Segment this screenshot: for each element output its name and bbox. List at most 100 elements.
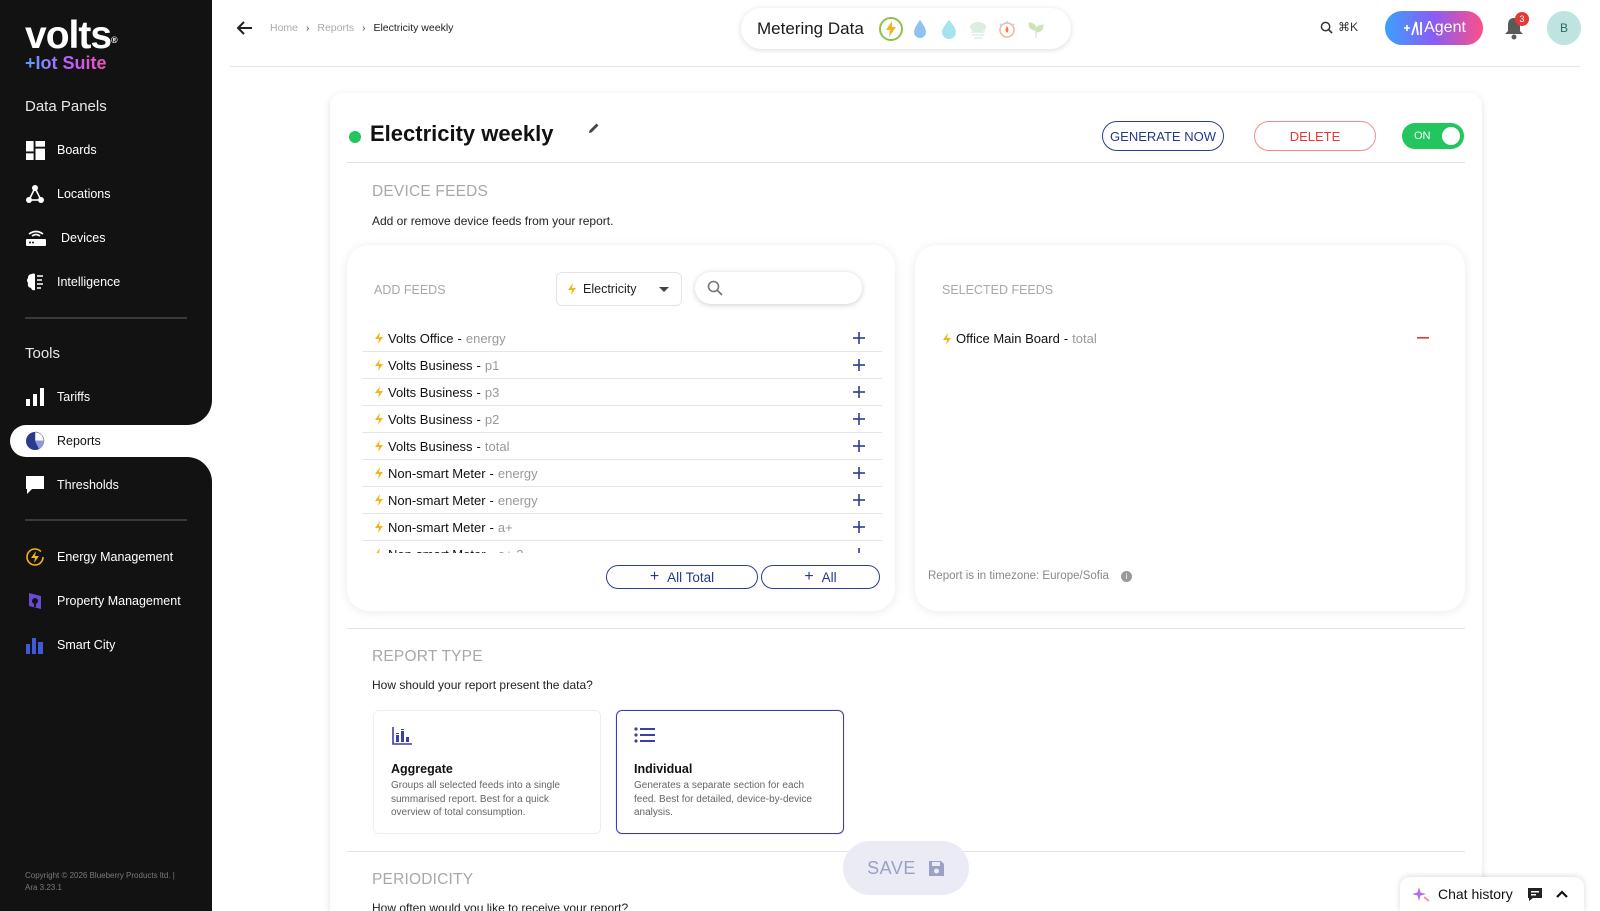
report-type-individual[interactable]: Individual Generates a separate section … bbox=[616, 710, 844, 834]
save-button[interactable]: SAVE bbox=[843, 841, 969, 895]
breadcrumb-reports[interactable]: Reports bbox=[317, 22, 354, 34]
remove-feed-icon[interactable] bbox=[1414, 329, 1432, 347]
add-feed-icon[interactable] bbox=[850, 545, 868, 553]
breadcrumb-home[interactable]: Home bbox=[270, 22, 298, 34]
electricity-icon[interactable] bbox=[878, 16, 904, 42]
report-type-subtitle: How should your report present the data? bbox=[372, 678, 593, 692]
comment-icon bbox=[25, 475, 45, 495]
device-feeds-title: DEVICE FEEDS bbox=[372, 183, 489, 200]
chevron-up-icon[interactable] bbox=[1555, 889, 1569, 899]
timezone-note: Report is in timezone: Europe/Sofia i bbox=[928, 570, 1132, 582]
feed-search-input[interactable] bbox=[731, 281, 851, 295]
sidebar-item-reports[interactable]: Reports bbox=[10, 426, 212, 456]
agent-button[interactable]: Agent bbox=[1385, 11, 1483, 45]
add-feed-icon[interactable] bbox=[850, 410, 868, 428]
sidebar-divider bbox=[25, 317, 187, 319]
sidebar-item-label: Smart City bbox=[57, 638, 116, 652]
global-search[interactable]: ⌘K bbox=[1320, 20, 1358, 34]
add-all-total-button[interactable]: + All Total bbox=[606, 565, 758, 589]
sidebar-item-tariffs[interactable]: Tariffs bbox=[10, 382, 212, 412]
floppy-disk-icon bbox=[928, 860, 945, 877]
sidebar-item-label: Locations bbox=[57, 187, 111, 201]
heat-icon[interactable] bbox=[994, 16, 1020, 42]
toggle-knob bbox=[1442, 127, 1460, 145]
sidebar-item-energy-management[interactable]: Energy Management bbox=[10, 542, 212, 572]
section-tools: Tools bbox=[25, 345, 61, 362]
sidebar-item-smart-city[interactable]: Smart City bbox=[10, 630, 212, 660]
feed-sub: p2 bbox=[484, 411, 500, 427]
hot-water-icon[interactable] bbox=[936, 16, 962, 42]
chat-bubble-icon[interactable] bbox=[1527, 887, 1543, 902]
feed-row: Volts Business - total bbox=[362, 433, 882, 460]
feed-type-select[interactable]: Electricity bbox=[556, 272, 682, 306]
sidebar-item-locations[interactable]: Locations bbox=[10, 179, 212, 209]
sidebar-divider bbox=[25, 519, 187, 521]
feed-name: Volts Business bbox=[388, 438, 473, 454]
info-icon[interactable]: i bbox=[1120, 570, 1132, 582]
feed-separator: - bbox=[489, 519, 494, 535]
bolt-icon bbox=[374, 332, 384, 344]
search-shortcut: ⌘K bbox=[1338, 20, 1359, 34]
feed-sub: energy bbox=[497, 492, 538, 508]
feed-name: Volts Office bbox=[388, 330, 454, 346]
sidebar-item-label: Tariffs bbox=[57, 390, 91, 404]
add-feed-icon[interactable] bbox=[850, 491, 868, 509]
chat-history-bar[interactable]: Chat history bbox=[1400, 877, 1584, 911]
add-all-button[interactable]: + All bbox=[761, 565, 880, 589]
add-feed-icon[interactable] bbox=[850, 518, 868, 536]
selected-feed-sub: total bbox=[1072, 331, 1097, 346]
sidebar-item-devices[interactable]: Devices bbox=[10, 223, 212, 253]
periodicity-title: PERIODICITY bbox=[372, 871, 474, 888]
chevron-right-icon: › bbox=[306, 22, 310, 34]
agent-icon bbox=[1404, 21, 1422, 36]
sidebar-item-thresholds[interactable]: Thresholds bbox=[10, 470, 212, 500]
sidebar-item-label: Thresholds bbox=[57, 478, 119, 492]
chevron-right-icon: › bbox=[362, 22, 366, 34]
feed-sub: a+ bbox=[497, 519, 513, 535]
gas-icon[interactable] bbox=[965, 16, 991, 42]
sidebar-item-property-management[interactable]: Property Management bbox=[10, 586, 212, 616]
active-curve-top bbox=[187, 400, 212, 425]
sidebar-item-intelligence[interactable]: Intelligence bbox=[10, 267, 212, 297]
sidebar-item-label: Intelligence bbox=[57, 275, 121, 289]
water-icon[interactable] bbox=[907, 16, 933, 42]
metering-switcher: Metering Data bbox=[741, 8, 1071, 49]
feed-row: Non-smart Meter-a+ 2 bbox=[362, 541, 882, 553]
report-type-aggregate[interactable]: Aggregate Groups all selected feeds into… bbox=[373, 710, 601, 834]
brain-icon bbox=[25, 272, 45, 292]
version-text: Ara 3.23.1 bbox=[25, 883, 62, 892]
feed-row: Non-smart Meter - energy bbox=[362, 487, 882, 514]
delete-button[interactable]: DELETE bbox=[1254, 121, 1376, 151]
boards-icon bbox=[25, 140, 45, 160]
feed-sub: total bbox=[484, 438, 510, 454]
feed-name: Non-smart Meter bbox=[388, 492, 486, 508]
add-feed-icon[interactable] bbox=[850, 329, 868, 347]
city-icon bbox=[25, 635, 45, 655]
bolt-icon bbox=[568, 283, 576, 295]
add-feed-icon[interactable] bbox=[850, 437, 868, 455]
sidebar: volts® +Iot Suite Data Panels Boards Loc… bbox=[0, 0, 212, 911]
add-feed-icon[interactable] bbox=[850, 383, 868, 401]
feed-row: Volts Business - p2 bbox=[362, 406, 882, 433]
pencil-icon[interactable] bbox=[588, 121, 602, 135]
brand-logo[interactable]: volts® +Iot Suite bbox=[25, 16, 118, 73]
timezone-text: Report is in timezone: Europe/Sofia bbox=[928, 570, 1109, 582]
add-feeds-panel: ADD FEEDS Electricity Volts Office - energ… bbox=[347, 245, 895, 611]
feed-search bbox=[695, 272, 862, 304]
avatar[interactable]: B bbox=[1547, 11, 1581, 45]
eco-icon[interactable] bbox=[1023, 16, 1049, 42]
sidebar-item-label: Property Management bbox=[57, 594, 181, 608]
feed-row: Volts Business - p1 bbox=[362, 352, 882, 379]
back-arrow-icon[interactable] bbox=[235, 18, 255, 38]
sidebar-item-boards[interactable]: Boards bbox=[10, 135, 212, 165]
sparkle-icon bbox=[1412, 885, 1430, 903]
selected-feed-row: Office Main Board - total bbox=[942, 331, 1432, 346]
aggregate-description: Groups all selected feeds into a single … bbox=[391, 780, 560, 818]
add-feed-icon[interactable] bbox=[850, 356, 868, 374]
add-feed-icon[interactable] bbox=[850, 464, 868, 482]
section-data-panels: Data Panels bbox=[25, 98, 107, 115]
feed-sub: energy bbox=[465, 330, 506, 346]
active-toggle[interactable]: ON bbox=[1402, 123, 1464, 149]
generate-now-button[interactable]: GENERATE NOW bbox=[1102, 121, 1224, 151]
selected-feed-name: Office Main Board bbox=[956, 331, 1060, 346]
